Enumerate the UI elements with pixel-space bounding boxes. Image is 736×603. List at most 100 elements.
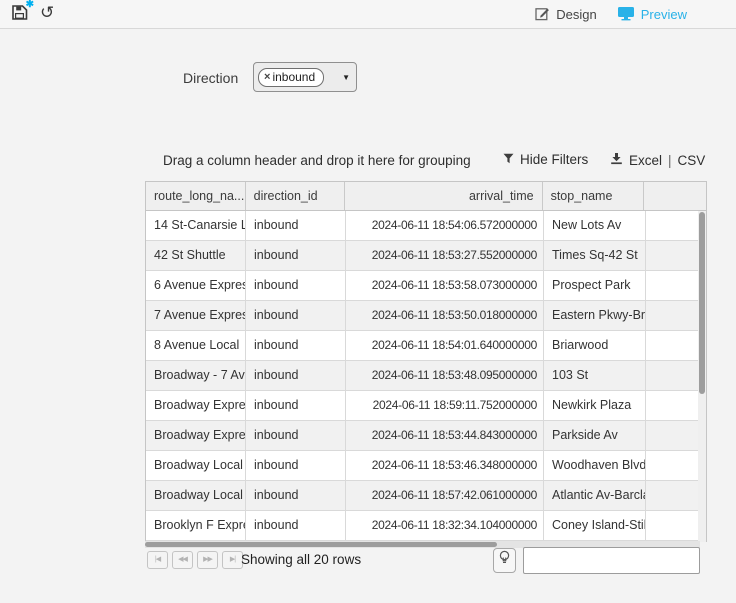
data-grid: route_long_na... direction_id arrival_ti… (145, 181, 707, 542)
cell-direction: inbound (246, 451, 346, 480)
cell-arrival-time: 2024-06-11 18:53:27.552000000 (346, 241, 544, 270)
cell-empty (646, 451, 699, 480)
report-preview-page: ✱ ↺ Design (0, 0, 736, 603)
cell-stop: Times Sq-42 St (544, 241, 646, 270)
cell-empty (646, 361, 699, 390)
pager-next-page-button[interactable]: ▶▶ (197, 551, 218, 569)
pager-previous-page-button[interactable]: ◀◀ (172, 551, 193, 569)
cell-stop: Briarwood (544, 331, 646, 360)
cell-stop: Parkside Av (544, 421, 646, 450)
cell-stop: Prospect Park (544, 271, 646, 300)
direction-multiselect[interactable]: × inbound ▼ (253, 62, 357, 92)
pager-status-text: Showing all 20 rows (241, 552, 361, 567)
cell-arrival-time: 2024-06-11 18:57:42.061000000 (346, 481, 544, 510)
lightbulb-icon (498, 550, 511, 571)
refresh-button[interactable]: ↺ (40, 3, 54, 23)
cell-route: Broadway Local (146, 451, 246, 480)
cell-route: 42 St Shuttle (146, 241, 246, 270)
table-row[interactable]: 7 Avenue Express inbound 2024-06-11 18:5… (146, 301, 699, 331)
cell-direction: inbound (246, 391, 346, 420)
preview-mode-button[interactable]: Preview (617, 6, 687, 24)
table-row[interactable]: Broadway Express inbound 2024-06-11 18:5… (146, 391, 699, 421)
cell-direction: inbound (246, 211, 346, 240)
export-csv-link[interactable]: CSV (678, 153, 706, 168)
cell-direction: inbound (246, 421, 346, 450)
toolbar-mode-switch: Design Preview (535, 0, 687, 29)
toolbar: ✱ ↺ Design (0, 0, 736, 29)
monitor-icon (617, 6, 635, 24)
search-suggestion-button[interactable] (493, 548, 516, 573)
pencil-square-icon (535, 6, 550, 24)
vertical-scrollbar[interactable] (698, 211, 706, 542)
cell-route: 14 St-Canarsie Local (146, 211, 246, 240)
grid-body: 14 St-Canarsie Local inbound 2024-06-11 … (146, 211, 699, 541)
cell-stop: 103 St (544, 361, 646, 390)
cell-direction: inbound (246, 331, 346, 360)
cell-arrival-time: 2024-06-11 18:53:48.095000000 (346, 361, 544, 390)
cell-arrival-time: 2024-06-11 18:53:46.348000000 (346, 451, 544, 480)
cell-route: 6 Avenue Express (146, 271, 246, 300)
cell-empty (646, 241, 699, 270)
cell-arrival-time: 2024-06-11 18:53:44.843000000 (346, 421, 544, 450)
table-row[interactable]: Broadway - 7 Avenue Local inbound 2024-0… (146, 361, 699, 391)
table-row[interactable]: Brooklyn F Express inbound 2024-06-11 18… (146, 511, 699, 541)
cell-empty (646, 511, 699, 540)
cell-direction: inbound (246, 511, 346, 540)
column-header-route-long-name[interactable]: route_long_na... (146, 182, 246, 210)
cell-route: Broadway Express (146, 421, 246, 450)
cell-empty (646, 421, 699, 450)
pager: |◀ ◀◀ ▶▶ ▶| (147, 551, 243, 569)
cell-arrival-time: 2024-06-11 18:53:58.073000000 (346, 271, 544, 300)
remove-tag-icon[interactable]: × (264, 71, 270, 83)
download-icon (610, 152, 623, 168)
table-row[interactable]: 8 Avenue Local inbound 2024-06-11 18:54:… (146, 331, 699, 361)
save-button[interactable]: ✱ (11, 4, 28, 24)
direction-parameter-label: Direction (183, 70, 238, 86)
filter-funnel-icon (503, 152, 514, 167)
cell-direction: inbound (246, 301, 346, 330)
cell-empty (646, 271, 699, 300)
export-excel-link[interactable]: Excel (629, 153, 662, 168)
cell-stop: New Lots Av (544, 211, 646, 240)
cell-empty (646, 301, 699, 330)
cell-empty (646, 391, 699, 420)
unsaved-changes-star-icon: ✱ (26, 0, 34, 10)
column-header-stop-name[interactable]: stop_name (543, 182, 645, 210)
export-controls: Excel | CSV (610, 152, 705, 168)
vertical-scrollbar-thumb[interactable] (699, 212, 705, 394)
export-separator: | (668, 153, 672, 168)
column-header-arrival-time[interactable]: arrival_time (345, 182, 542, 210)
cell-stop: Atlantic Av-Barclays Ctr (544, 481, 646, 510)
table-row[interactable]: Broadway Local inbound 2024-06-11 18:53:… (146, 451, 699, 481)
cell-stop: Woodhaven Blvd (544, 451, 646, 480)
cell-route: Broadway Express (146, 391, 246, 420)
chevron-down-icon[interactable]: ▼ (342, 73, 350, 82)
table-row[interactable]: 6 Avenue Express inbound 2024-06-11 18:5… (146, 271, 699, 301)
cell-stop: Newkirk Plaza (544, 391, 646, 420)
cell-arrival-time: 2024-06-11 18:59:11.752000000 (346, 391, 544, 420)
cell-direction: inbound (246, 271, 346, 300)
cell-empty (646, 331, 699, 360)
cell-route: 7 Avenue Express (146, 301, 246, 330)
cell-stop: Coney Island-Stillwell Av (544, 511, 646, 540)
column-header-spacer (644, 182, 706, 210)
cell-empty (646, 481, 699, 510)
table-row[interactable]: Broadway Express inbound 2024-06-11 18:5… (146, 421, 699, 451)
pager-last-page-button[interactable]: ▶| (222, 551, 243, 569)
refresh-icon: ↺ (40, 3, 54, 23)
table-row[interactable]: Broadway Local inbound 2024-06-11 18:57:… (146, 481, 699, 511)
grid-search-input[interactable] (523, 547, 700, 574)
cell-arrival-time: 2024-06-11 18:53:50.018000000 (346, 301, 544, 330)
cell-arrival-time: 2024-06-11 18:54:06.572000000 (346, 211, 544, 240)
selected-tag-inbound: × inbound (258, 68, 324, 87)
grid-header-row: route_long_na... direction_id arrival_ti… (146, 182, 706, 211)
horizontal-scrollbar-thumb[interactable] (145, 542, 497, 547)
table-row[interactable]: 14 St-Canarsie Local inbound 2024-06-11 … (146, 211, 699, 241)
cell-stop: Eastern Pkwy-Brooklyn Museum (544, 301, 646, 330)
cell-route: Broadway - 7 Avenue Local (146, 361, 246, 390)
hide-filters-button[interactable]: Hide Filters (503, 152, 588, 167)
table-row[interactable]: 42 St Shuttle inbound 2024-06-11 18:53:2… (146, 241, 699, 271)
design-mode-button[interactable]: Design (535, 6, 596, 24)
pager-first-page-button[interactable]: |◀ (147, 551, 168, 569)
column-header-direction-id[interactable]: direction_id (246, 182, 346, 210)
